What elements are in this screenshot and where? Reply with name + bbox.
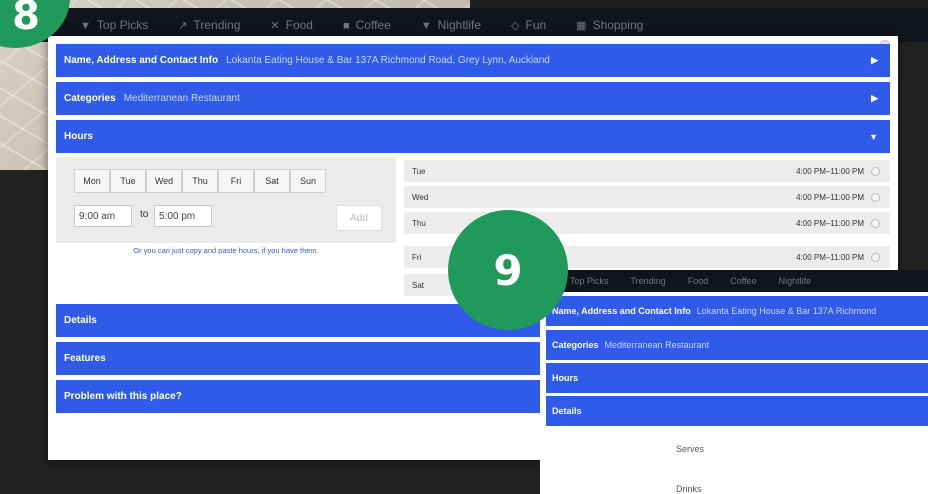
hours-day: Tue (412, 166, 426, 176)
nav-top-picks[interactable]: ▼ Top Picks (80, 18, 148, 32)
day-toggle-mon[interactable]: Mon (74, 169, 110, 193)
shopping-icon: ▦ (576, 20, 587, 32)
section-name-address[interactable]: Name, Address and Contact Info Lokanta E… (546, 296, 928, 326)
food-icon: ✕ (270, 20, 280, 32)
day-toggle-wed[interactable]: Wed (146, 169, 182, 193)
remove-icon[interactable] (871, 252, 880, 262)
section-categories[interactable]: Categories Mediterranean Restaurant (546, 330, 928, 360)
fun-icon: ◇ (511, 20, 520, 32)
nav-nightlife[interactable]: ▼ Nightlife (421, 18, 481, 32)
add-hours-button[interactable]: Add (336, 205, 382, 231)
close-time-input[interactable]: 5:00 pm (154, 205, 212, 227)
to-label: to (140, 209, 149, 220)
chevron-right-icon: ▶ (871, 93, 878, 103)
section-label: Hours (64, 131, 93, 142)
place-name-address: Lokanta Eating House & Bar 137A Richmond (696, 306, 877, 316)
hours-day: Fri (412, 252, 422, 262)
section-hours[interactable]: Hours ▼ (56, 120, 890, 153)
nav-shopping[interactable]: ▦ Shopping (576, 18, 643, 32)
trending-icon: ↗ (178, 20, 188, 32)
remove-icon[interactable] (871, 218, 880, 228)
nav-food[interactable]: Food (688, 276, 709, 286)
section-hours[interactable]: Hours (546, 363, 928, 393)
section-name-address[interactable]: Name, Address and Contact Info Lokanta E… (56, 44, 890, 77)
category-value: Mediterranean Restaurant (123, 93, 240, 104)
remove-icon[interactable] (871, 192, 880, 202)
nav-coffee[interactable]: ■ Coffee (343, 18, 391, 32)
day-selector: Mon Tue Wed Thu Fri Sat Sun (74, 169, 326, 193)
section-label: Details (552, 406, 582, 416)
hours-day: Thu (412, 218, 426, 228)
step-badge-9: 9 (448, 210, 568, 330)
hours-time: 4:00 PM–11:00 PM (796, 166, 864, 176)
hours-row: Tue 4:00 PM–11:00 PM (404, 160, 890, 182)
section-label: Categories (552, 340, 599, 350)
hours-editor: Mon Tue Wed Thu Fri Sat Sun 9:00 am to 5… (56, 157, 396, 243)
nightlife-icon: ▼ (420, 20, 432, 32)
nav-trending[interactable]: Trending (631, 276, 666, 286)
day-toggle-thu[interactable]: Thu (182, 169, 218, 193)
day-toggle-sat[interactable]: Sat (254, 169, 290, 193)
day-toggle-tue[interactable]: Tue (110, 169, 146, 193)
paste-hours-link[interactable]: Or you can just copy and paste hours, if… (56, 246, 396, 255)
chevron-right-icon: ▶ (871, 55, 878, 65)
hours-day: Wed (412, 192, 429, 202)
section-label: Name, Address and Contact Info (64, 55, 219, 66)
section-label: Details (64, 315, 97, 326)
hours-time: 4:00 PM–11:00 PM (796, 218, 864, 228)
hours-time: 4:00 PM–11:00 PM (796, 252, 864, 262)
drinks-label: Drinks (676, 484, 702, 494)
hours-day: Sat (412, 280, 425, 290)
serves-label: Serves (676, 444, 705, 454)
chevron-down-icon: ▼ (869, 131, 878, 142)
section-categories[interactable]: Categories Mediterranean Restaurant ▶ (56, 82, 890, 115)
category-nav-secondary: Top Picks Trending Food Coffee Nightlife (512, 270, 928, 292)
nav-nightlife[interactable]: Nightlife (779, 276, 812, 286)
day-toggle-fri[interactable]: Fri (218, 169, 254, 193)
place-name-address: Lokanta Eating House & Bar 137A Richmond… (226, 55, 550, 66)
hours-row: Wed 4:00 PM–11:00 PM (404, 186, 890, 208)
category-value: Mediterranean Restaurant (604, 340, 710, 350)
hours-time: 4:00 PM–11:00 PM (796, 192, 864, 202)
section-label: Problem with this place? (64, 391, 182, 402)
nav-trending[interactable]: ↗ Trending (178, 18, 240, 32)
section-label: Hours (552, 373, 579, 383)
day-toggle-sun[interactable]: Sun (290, 169, 326, 193)
nav-food[interactable]: ✕ Food (270, 18, 313, 32)
nav-fun[interactable]: ◇ Fun (511, 18, 546, 32)
edit-place-modal-secondary: Name, Address and Contact Info Lokanta E… (540, 292, 928, 494)
nav-coffee[interactable]: Coffee (730, 276, 756, 286)
section-label: Features (64, 353, 106, 364)
section-label: Name, Address and Contact Info (552, 306, 691, 316)
nav-top-picks[interactable]: Top Picks (570, 276, 609, 286)
coffee-icon: ■ (342, 20, 350, 32)
remove-icon[interactable] (871, 166, 880, 176)
open-time-input[interactable]: 9:00 am (74, 205, 132, 227)
filter-icon: ▼ (80, 20, 91, 32)
section-details[interactable]: Details (546, 396, 928, 426)
section-label: Categories (64, 93, 116, 104)
